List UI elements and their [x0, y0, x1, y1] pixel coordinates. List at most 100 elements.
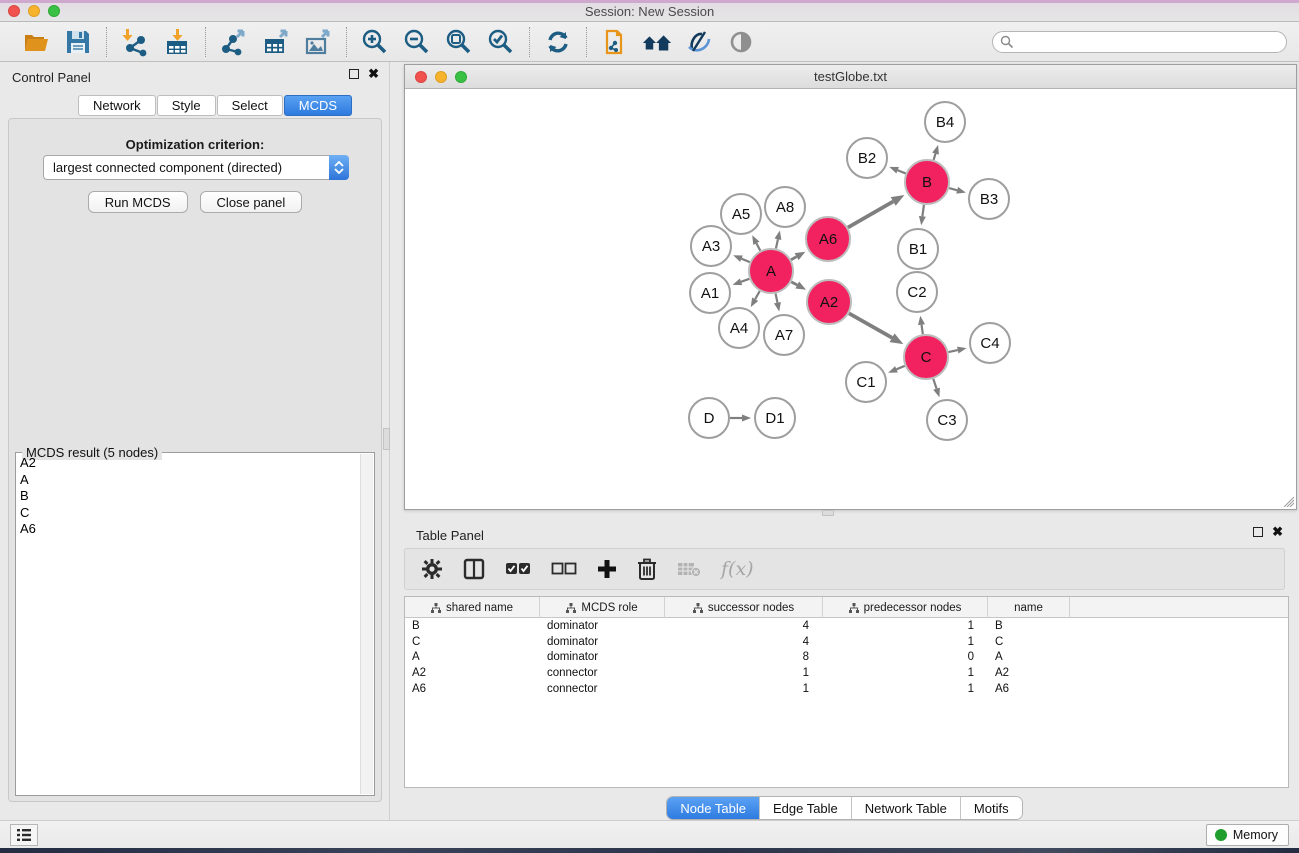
tab-style[interactable]: Style — [157, 95, 216, 116]
add-column-icon[interactable] — [597, 559, 617, 579]
hide-labels-icon[interactable] — [683, 26, 715, 58]
show-columns-icon[interactable] — [463, 558, 485, 580]
graph-edge-C-C1[interactable] — [888, 366, 905, 373]
table-row[interactable]: A2 connector 1 1 A2 — [405, 665, 1288, 681]
table-settings-gear-icon[interactable] — [421, 558, 443, 580]
panel-divider-handle-horizontal[interactable] — [822, 510, 834, 516]
delete-column-trash-icon[interactable] — [637, 558, 657, 580]
zoom-out-icon[interactable] — [401, 26, 433, 58]
import-network-icon[interactable] — [119, 26, 151, 58]
graph-node-B4[interactable]: B4 — [925, 102, 965, 142]
search-input[interactable] — [992, 31, 1287, 53]
graph-node-B3[interactable]: B3 — [969, 179, 1009, 219]
panel-divider-handle-vertical[interactable] — [383, 428, 390, 450]
graph-node-A3[interactable]: A3 — [691, 226, 731, 266]
float-panel-icon[interactable] — [349, 69, 359, 79]
graph-edge-A-A4[interactable] — [751, 291, 760, 307]
graph-edge-A-A1[interactable] — [733, 279, 750, 286]
graph-node-B1[interactable]: B1 — [898, 229, 938, 269]
graph-edge-D-D1[interactable] — [730, 415, 751, 422]
network-window-titlebar[interactable]: testGlobe.txt — [405, 65, 1296, 89]
graph-node-A1[interactable]: A1 — [690, 273, 730, 313]
table-row[interactable]: C dominator 4 1 C — [405, 634, 1288, 650]
result-item[interactable]: B — [18, 488, 359, 505]
deselect-all-rows-icon[interactable] — [551, 562, 577, 576]
task-history-icon[interactable] — [10, 824, 38, 846]
graph-node-C2[interactable]: C2 — [897, 272, 937, 312]
graph-edge-A-A8[interactable] — [775, 230, 782, 248]
graph-node-A5[interactable]: A5 — [721, 194, 761, 234]
show-all-networks-icon[interactable] — [641, 26, 673, 58]
graph-node-A7[interactable]: A7 — [764, 315, 804, 355]
graph-node-C4[interactable]: C4 — [970, 323, 1010, 363]
result-item[interactable]: A6 — [18, 521, 359, 538]
graph-node-A4[interactable]: A4 — [719, 308, 759, 348]
memory-button[interactable]: Memory — [1206, 824, 1289, 846]
graph-edge-B-B2[interactable] — [889, 167, 905, 174]
table-row[interactable]: A dominator 8 0 A — [405, 650, 1288, 666]
graph-edge-C-C3[interactable] — [933, 379, 940, 397]
zoom-selected-icon[interactable] — [485, 26, 517, 58]
tab-network-table[interactable]: Network Table — [851, 797, 960, 819]
select-all-rows-icon[interactable] — [505, 562, 531, 576]
graph-node-A6[interactable]: A6 — [806, 217, 850, 261]
tab-network[interactable]: Network — [78, 95, 156, 116]
graph-edge-C-C2[interactable] — [918, 316, 925, 334]
tab-mcds[interactable]: MCDS — [284, 95, 352, 116]
graph-edge-B-B3[interactable] — [949, 187, 966, 194]
graph-node-C[interactable]: C — [904, 335, 948, 379]
tab-edge-table[interactable]: Edge Table — [759, 797, 851, 819]
close-table-panel-icon[interactable]: ✖ — [1272, 527, 1283, 537]
new-session-from-network-icon[interactable] — [599, 26, 631, 58]
graph-node-C3[interactable]: C3 — [927, 400, 967, 440]
graph-node-B2[interactable]: B2 — [847, 138, 887, 178]
tab-node-table[interactable]: Node Table — [667, 797, 759, 819]
graph-edge-A-A7[interactable] — [774, 294, 781, 312]
zoom-in-icon[interactable] — [359, 26, 391, 58]
graph-edge-A-A3[interactable] — [733, 255, 750, 262]
graph-node-D[interactable]: D — [689, 398, 729, 438]
column-header-mcds-role[interactable]: MCDS role — [540, 597, 665, 618]
close-panel-icon[interactable]: ✖ — [368, 69, 379, 79]
export-table-icon[interactable] — [260, 26, 292, 58]
table-row[interactable]: B dominator 4 1 B — [405, 618, 1288, 634]
show-graphics-details-icon[interactable] — [725, 26, 757, 58]
graph-edge-B-B1[interactable] — [919, 205, 926, 225]
run-mcds-button[interactable]: Run MCDS — [88, 191, 188, 213]
result-list-scrollbar[interactable] — [360, 454, 373, 794]
graph-edge-A6-B[interactable] — [848, 195, 905, 228]
graph-edge-A2-C[interactable] — [849, 313, 903, 344]
tab-select[interactable]: Select — [217, 95, 283, 116]
export-network-icon[interactable] — [218, 26, 250, 58]
save-session-icon[interactable] — [62, 26, 94, 58]
network-canvas[interactable]: B4 B2 B B3 A8A5A3 A6 B1 A A1 C2 A2 A4A7 C4 C C1 C3 D D1 — [405, 89, 1296, 509]
window-resize-grip[interactable] — [1281, 494, 1294, 507]
network-graph[interactable]: B4 B2 B B3 A8A5A3 A6 B1 A A1 C2 A2 A4A7 C4 C C1 C3 D D1 — [405, 89, 1296, 509]
graph-node-A8[interactable]: A8 — [765, 187, 805, 227]
graph-edge-A-A6[interactable] — [791, 252, 805, 260]
result-item[interactable]: A2 — [18, 455, 359, 472]
graph-edge-A-A2[interactable] — [791, 282, 806, 290]
graph-node-D1[interactable]: D1 — [755, 398, 795, 438]
tab-motifs[interactable]: Motifs — [960, 797, 1022, 819]
column-header-shared-name[interactable]: shared name — [405, 597, 540, 618]
graph-node-A2[interactable]: A2 — [807, 280, 851, 324]
float-table-panel-icon[interactable] — [1253, 527, 1263, 537]
column-header-name[interactable]: name — [988, 597, 1070, 618]
result-item[interactable]: C — [18, 505, 359, 522]
graph-node-B[interactable]: B — [905, 160, 949, 204]
column-header-predecessor-nodes[interactable]: predecessor nodes — [823, 597, 988, 618]
export-image-icon[interactable] — [302, 26, 334, 58]
mcds-result-list[interactable]: A2 A B C A6 — [18, 455, 359, 793]
table-row[interactable]: A6 connector 1 1 A6 — [405, 681, 1288, 697]
graph-edge-C-C4[interactable] — [948, 347, 966, 354]
import-table-icon[interactable] — [161, 26, 193, 58]
close-panel-button[interactable]: Close panel — [200, 191, 303, 213]
refresh-icon[interactable] — [542, 26, 574, 58]
optimization-criterion-select[interactable]: largest connected component (directed) — [43, 155, 349, 180]
graph-node-A[interactable]: A — [749, 249, 793, 293]
result-item[interactable]: A — [18, 472, 359, 489]
graph-edge-B-B4[interactable] — [932, 145, 939, 160]
graph-edge-A-A5[interactable] — [752, 235, 760, 250]
graph-node-C1[interactable]: C1 — [846, 362, 886, 402]
